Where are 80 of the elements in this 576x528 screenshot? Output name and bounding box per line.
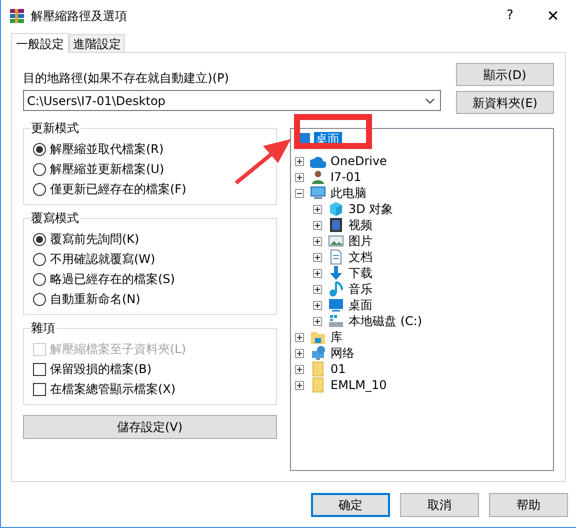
document-icon (328, 249, 344, 265)
expand-icon[interactable] (312, 220, 322, 230)
expand-icon[interactable] (312, 252, 322, 262)
tree-item[interactable]: 视频 (346, 218, 375, 232)
image-icon (328, 233, 344, 249)
group-title: 雜項 (30, 320, 56, 336)
radio-button[interactable] (33, 272, 46, 286)
radio-button[interactable] (33, 292, 46, 306)
tree-item[interactable]: EMLM_10 (328, 378, 389, 392)
archive-stack-icon (9, 8, 25, 24)
option-label[interactable]: 自動重新命名(N) (50, 290, 140, 308)
expand-icon[interactable] (294, 172, 304, 182)
tree-item[interactable]: 网络 (328, 346, 357, 360)
tree-item[interactable]: 音乐 (346, 282, 375, 296)
folder-icon (310, 377, 326, 393)
music-icon (328, 281, 344, 297)
radio-button[interactable] (33, 142, 46, 156)
download-icon (328, 265, 344, 281)
checkbox[interactable] (33, 382, 46, 396)
collapse-icon[interactable] (294, 188, 304, 198)
expand-icon[interactable] (312, 268, 322, 278)
drive-icon (328, 313, 344, 329)
tree-item[interactable]: 图片 (346, 234, 375, 248)
desktop-icon (328, 297, 344, 313)
library-icon (310, 329, 326, 345)
close-button[interactable]: ✕ (530, 0, 576, 32)
window-title: 解壓縮路徑及選項 (31, 8, 127, 25)
radio-button[interactable] (33, 252, 46, 266)
expand-icon[interactable] (294, 348, 304, 358)
dialog-button[interactable]: 取消 (400, 493, 479, 517)
option-label[interactable]: 在檔案總管顯示檔案(X) (50, 380, 176, 398)
user-icon (310, 169, 326, 185)
side-button[interactable]: 顯示(D) (456, 63, 554, 86)
option-label[interactable]: 解壓縮並更新檔案(U) (50, 160, 164, 178)
save-settings-button[interactable]: 儲存設定(V) (23, 415, 277, 439)
tree-item[interactable]: OneDrive (328, 154, 389, 168)
expand-icon[interactable] (312, 204, 322, 214)
expand-icon[interactable] (294, 380, 304, 390)
expand-icon[interactable] (312, 300, 322, 310)
chevron-down-icon (425, 98, 435, 104)
option-label[interactable]: 解壓縮並取代檔案(R) (50, 140, 164, 158)
tree-item[interactable]: I7-01 (328, 170, 364, 184)
checkbox[interactable] (33, 362, 46, 376)
tree-item[interactable]: 本地磁盘 (C:) (346, 314, 424, 328)
dialog-button[interactable]: 确定 (311, 493, 390, 517)
tree-item[interactable]: 文档 (346, 250, 375, 264)
network-icon (310, 345, 326, 361)
film-icon (328, 217, 344, 233)
path-combo-box[interactable]: C:\Users\I7-01\Desktop (23, 90, 441, 111)
expand-icon[interactable] (294, 364, 304, 374)
help-button[interactable]: ? (490, 0, 530, 32)
computer-icon (310, 185, 326, 201)
expand-icon[interactable] (312, 316, 322, 326)
tree-item[interactable]: 01 (328, 362, 348, 376)
expand-icon[interactable] (294, 156, 304, 166)
tree-item[interactable]: 桌面 (346, 298, 375, 312)
radio-button[interactable] (33, 182, 46, 196)
field-label: 目的地路徑(如果不存在就自動建立)(P) (23, 70, 230, 86)
expand-icon[interactable] (312, 284, 322, 294)
tab[interactable]: 一般設定 (11, 33, 69, 53)
option-label[interactable]: 略過已經存在的檔案(S) (50, 270, 175, 288)
expand-icon[interactable] (294, 332, 304, 342)
group-title: 覆寫模式 (30, 210, 80, 226)
folder-icon (310, 361, 326, 377)
tree-item[interactable]: 库 (328, 330, 345, 344)
radio-button[interactable] (33, 162, 46, 176)
option-label[interactable]: 覆寫前先詢問(K) (50, 230, 140, 248)
tree-item[interactable]: 此电脑 (328, 186, 369, 200)
cube-icon (328, 201, 344, 217)
group-title: 更新模式 (30, 120, 80, 136)
tree-item[interactable]: 下载 (346, 266, 375, 280)
option-label[interactable]: 不用確認就覆寫(W) (50, 250, 156, 268)
option-label[interactable]: 僅更新已經存在的檔案(F) (50, 180, 186, 198)
tree-item[interactable]: 3D 对象 (346, 202, 396, 216)
expand-icon[interactable] (312, 236, 322, 246)
option-label[interactable]: 保留毀損的檔案(B) (50, 360, 152, 378)
tab[interactable]: 進階設定 (69, 34, 125, 52)
side-button[interactable]: 新資料夾(E) (456, 91, 554, 114)
radio-button[interactable] (33, 232, 46, 246)
dialog-button[interactable]: 帮助 (489, 493, 568, 517)
